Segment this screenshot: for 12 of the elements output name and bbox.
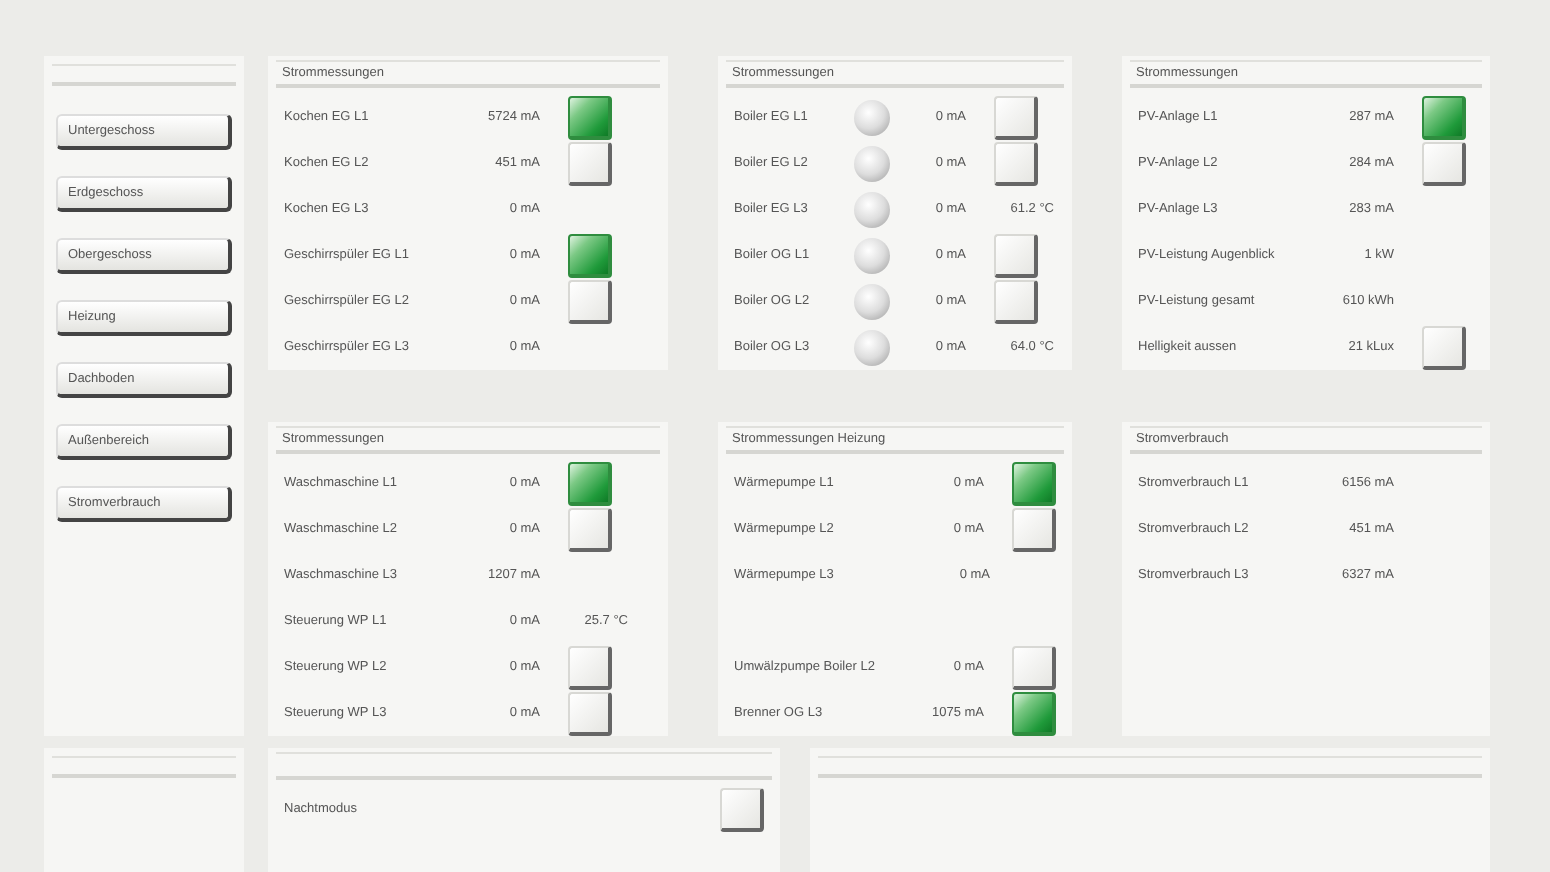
toggle-button[interactable] [1012,461,1056,505]
toggle-button[interactable] [568,95,612,139]
lamp-icon [854,329,890,365]
lamp-icon [854,145,890,181]
lamp-icon [854,99,890,135]
toggle-button[interactable] [568,233,612,277]
lamp-icon [854,191,890,227]
toggle-button[interactable] [568,461,612,505]
lamp-icon [854,237,890,273]
toggle-button[interactable] [1012,691,1056,735]
lamp-icon [854,283,890,319]
toggle-button[interactable] [1422,95,1466,139]
